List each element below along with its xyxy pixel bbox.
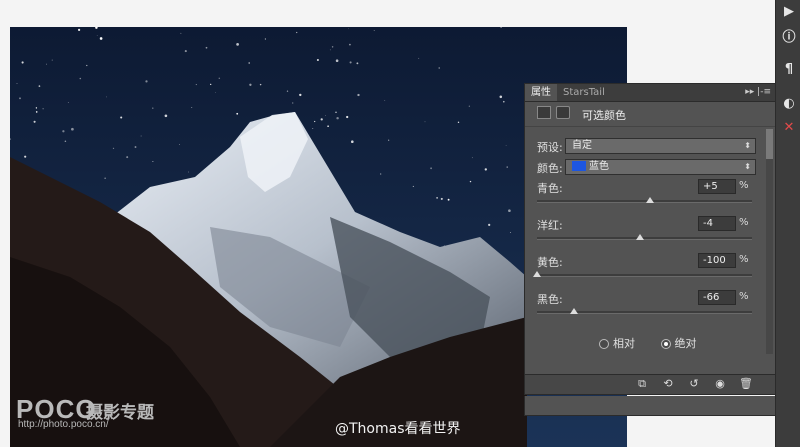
trash-icon[interactable]: 🗑: [739, 377, 753, 391]
visibility-icon[interactable]: ◉: [713, 377, 727, 391]
tab-properties[interactable]: 属性: [525, 84, 557, 101]
method-absolute-label: 绝对: [674, 337, 697, 350]
slider-thumb[interactable]: [636, 234, 645, 240]
percent-unit: %: [739, 180, 749, 191]
method-absolute[interactable]: 绝对: [660, 337, 697, 350]
panel-lower-strip: [524, 396, 776, 416]
tools-icon[interactable]: ✕: [778, 116, 800, 138]
adjustment-title: 可选颜色: [582, 109, 626, 122]
percent-unit: %: [739, 291, 749, 302]
paragraph-icon[interactable]: ¶: [778, 58, 800, 80]
view-previous-icon[interactable]: ⟲: [661, 377, 675, 391]
percent-unit: %: [739, 217, 749, 228]
color-value: 蓝色: [589, 161, 609, 172]
watermark-url: http://photo.poco.cn/: [18, 419, 109, 430]
slider-label: 青色:: [537, 182, 563, 195]
scrollbar-thumb[interactable]: [766, 129, 773, 159]
reset-icon[interactable]: ↺: [687, 377, 701, 391]
radio-relative[interactable]: [599, 339, 609, 349]
slider-track[interactable]: [537, 237, 752, 240]
slider-label: 黄色:: [537, 256, 563, 269]
slider-label: 黑色:: [537, 293, 563, 306]
clip-to-layer-icon[interactable]: ⧉: [635, 377, 649, 391]
selective-color-icon: [537, 106, 551, 119]
color-swatch: [572, 161, 586, 171]
slider-value-input[interactable]: -100: [698, 253, 736, 268]
preset-dropdown[interactable]: 自定 ⬍: [565, 138, 756, 154]
preset-value: 自定: [572, 140, 592, 151]
adjustment-header: 可选颜色: [525, 102, 775, 127]
dropdown-arrow-icon: ⬍: [744, 141, 751, 150]
panel-scrollbar[interactable]: [766, 129, 773, 354]
dropdown-arrow-icon: ⬍: [744, 162, 751, 171]
tab-starstail[interactable]: StarsTail: [557, 84, 611, 101]
radio-absolute[interactable]: [660, 339, 671, 349]
slider-thumb[interactable]: [645, 197, 654, 203]
slider-thumb[interactable]: [569, 308, 578, 314]
slider-label: 洋红:: [537, 219, 563, 232]
panel-tab-bar: 属性 StarsTail ▸▸ |‑≡: [525, 84, 775, 102]
method-relative-label: 相对: [613, 337, 635, 350]
properties-panel: 属性 StarsTail ▸▸ |‑≡ 可选颜色 预设: 自定 ⬍ 颜色: 蓝色…: [524, 83, 776, 395]
color-label: 颜色:: [537, 162, 563, 175]
method-radio-group: 相对 绝对: [599, 335, 697, 351]
percent-unit: %: [739, 254, 749, 265]
adjustments-icon[interactable]: ◐: [778, 92, 800, 114]
slider-value-input[interactable]: -4: [698, 216, 736, 231]
info-icon[interactable]: ⓘ: [778, 24, 800, 46]
slider-value-input[interactable]: -66: [698, 290, 736, 305]
method-relative[interactable]: 相对: [599, 337, 635, 350]
mask-icon[interactable]: [556, 106, 570, 119]
watermark-credit: @Thomas看看世界: [335, 421, 461, 437]
preset-label: 预设:: [537, 141, 563, 154]
color-dropdown[interactable]: 蓝色 ⬍: [565, 159, 756, 175]
slider-value-input[interactable]: +5: [698, 179, 736, 194]
slider-thumb[interactable]: [533, 271, 541, 277]
slider-track[interactable]: [537, 274, 752, 277]
panel-footer: ⧉ ⟲ ↺ ◉ 🗑: [525, 374, 775, 394]
play-icon[interactable]: ▶: [778, 0, 800, 22]
right-dock: ▶ ⓘ ¶ ◐ ✕: [775, 0, 800, 447]
panel-menu-icon[interactable]: ▸▸ |‑≡: [745, 84, 771, 101]
slider-track[interactable]: [537, 200, 752, 203]
